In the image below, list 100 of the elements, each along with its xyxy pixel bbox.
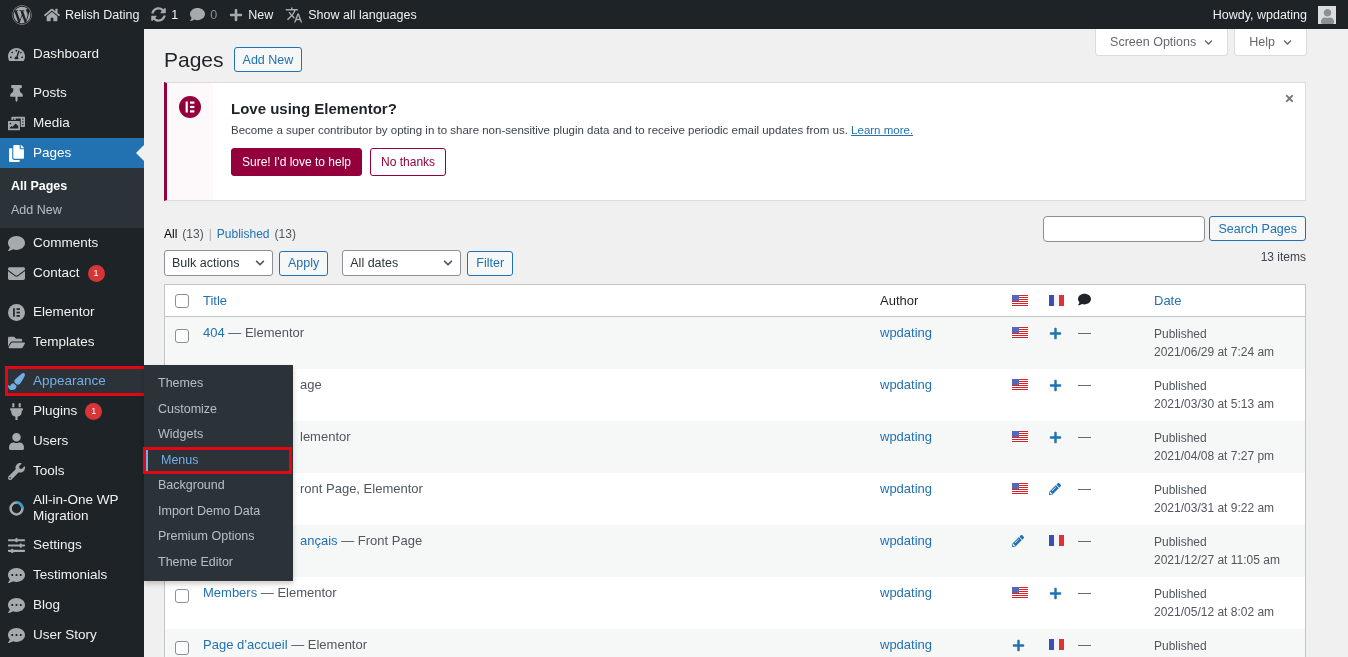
chevron-icon xyxy=(443,258,454,268)
decline-button[interactable]: No thanks xyxy=(370,148,447,176)
flyout-item[interactable]: Themes xyxy=(144,371,293,397)
languages-link[interactable]: Show all languages xyxy=(308,7,417,22)
sidebar-item[interactable]: Appearance xyxy=(5,366,147,396)
sidebar-item[interactable]: Blog xyxy=(0,590,144,620)
row-checkbox[interactable] xyxy=(175,329,189,343)
submenu-item[interactable]: All Pages xyxy=(0,174,144,198)
comment-count: — xyxy=(1078,585,1091,600)
screen-tab[interactable]: Screen Options xyxy=(1095,29,1229,56)
author-link[interactable]: wpdating xyxy=(880,325,933,340)
opt-in-button[interactable]: Sure! I'd love to help xyxy=(231,148,363,176)
bulk-actions-select[interactable]: Bulk actions xyxy=(164,250,273,276)
author-link[interactable]: wpdating xyxy=(880,585,933,600)
sidebar-item[interactable]: Users xyxy=(0,426,144,456)
sidebar-item[interactable]: Posts xyxy=(0,78,144,108)
date-text: 2021/03/31 at 9:22 am xyxy=(1154,500,1276,517)
sidebar-item[interactable]: Media xyxy=(0,108,144,138)
sidebar-item[interactable]: Contact 1 xyxy=(0,258,144,288)
column-header[interactable]: Title xyxy=(203,293,880,308)
page-title-link[interactable]: Page d’accueil — Elementor xyxy=(203,637,880,657)
add-new-button[interactable]: Add New xyxy=(233,47,303,72)
date-text: 2021/06/29 at 7:24 am xyxy=(1154,344,1276,361)
flyout-item[interactable]: Widgets xyxy=(144,422,293,448)
greeting-link[interactable]: Howdy, wpdating xyxy=(1212,7,1307,22)
author-link[interactable]: wpdating xyxy=(880,637,933,652)
sidebar-item[interactable]: Plugins 1 xyxy=(0,396,144,426)
view-count: (13) xyxy=(274,227,296,241)
envelope-icon xyxy=(8,264,25,282)
new-link[interactable]: New xyxy=(248,7,274,22)
sidebar-item[interactable]: Pages xyxy=(0,138,144,168)
pin-icon xyxy=(8,84,25,102)
flyout-item[interactable]: Background xyxy=(144,473,293,499)
sidebar-item[interactable]: All-in-One WP Migration xyxy=(0,486,144,530)
plus-icon[interactable] xyxy=(1012,639,1025,652)
user-icon xyxy=(8,432,25,450)
close-icon[interactable] xyxy=(1284,93,1295,104)
select-all-checkbox[interactable] xyxy=(175,293,189,308)
page-title-link[interactable]: Members — Elementor xyxy=(203,585,880,629)
pages-icon xyxy=(8,144,25,162)
sidebar-item[interactable]: Elementor xyxy=(0,297,144,327)
sidebar-item[interactable]: Templates xyxy=(0,327,144,357)
author-link[interactable]: wpdating xyxy=(880,481,933,496)
plus-icon[interactable] xyxy=(1049,431,1062,444)
view-link[interactable]: All xyxy=(164,227,178,241)
site-name-link[interactable]: Relish Dating xyxy=(65,7,140,22)
flyout-item[interactable]: Premium Options xyxy=(144,524,293,550)
plus-icon[interactable] xyxy=(1049,379,1062,392)
items-count: 13 items xyxy=(1260,249,1306,264)
pencil-icon[interactable] xyxy=(1012,535,1024,547)
elementor-logo-icon xyxy=(8,303,25,321)
sidebar-item[interactable]: Settings xyxy=(0,530,144,560)
comments-count[interactable]: 0 xyxy=(210,7,218,22)
column-header[interactable]: Date xyxy=(1154,293,1305,308)
search-field[interactable] xyxy=(1043,216,1206,242)
notice-title: Love using Elementor? xyxy=(231,100,398,117)
view-link[interactable]: Published xyxy=(216,227,270,241)
comment-count: — xyxy=(1078,533,1091,548)
status-text: Published xyxy=(1154,378,1208,395)
search-button[interactable]: Search Pages xyxy=(1209,216,1306,241)
wordpress-logo-icon[interactable] xyxy=(12,4,32,25)
sidebar-item[interactable]: Tools xyxy=(0,456,144,486)
page-title-link[interactable]: 404 — Elementor xyxy=(203,325,880,369)
sidebar-item[interactable]: Testimonials xyxy=(0,560,144,590)
ring-icon xyxy=(8,499,25,517)
caret-icon xyxy=(1283,37,1292,47)
screen-tab[interactable]: Help xyxy=(1234,29,1307,56)
dates-select[interactable]: All dates xyxy=(342,250,462,276)
row-checkbox[interactable] xyxy=(175,641,189,655)
author-link[interactable]: wpdating xyxy=(880,377,933,392)
flyout-item[interactable]: Import Demo Data xyxy=(144,498,293,524)
date-text: 2021/03/30 at 5:13 am xyxy=(1154,396,1276,413)
france-flag-icon xyxy=(1049,295,1064,306)
caret-icon xyxy=(1204,37,1214,47)
plus-icon xyxy=(229,7,244,22)
pencil-icon[interactable] xyxy=(1049,483,1061,495)
author-link[interactable]: wpdating xyxy=(880,533,933,548)
chevron-icon xyxy=(255,258,265,268)
comment-count: — xyxy=(1078,325,1091,340)
learn-more-link[interactable]: Learn more. xyxy=(851,124,914,136)
updates-count[interactable]: 1 xyxy=(171,7,179,22)
plus-icon[interactable] xyxy=(1049,327,1062,340)
speech-bubble-icon xyxy=(8,596,25,614)
filter-button[interactable]: Filter xyxy=(467,250,514,276)
sidebar-item[interactable]: Comments xyxy=(0,228,144,258)
flyout-item[interactable]: Customize xyxy=(144,396,293,422)
status-text: Published xyxy=(1154,430,1208,447)
comment-icon xyxy=(1078,292,1091,306)
sidebar-item[interactable]: Dashboard xyxy=(0,39,144,69)
flyout-item[interactable]: Menus xyxy=(144,447,291,473)
author-link[interactable]: wpdating xyxy=(880,429,933,444)
apply-button[interactable]: Apply xyxy=(279,250,329,276)
flyout-item[interactable]: Theme Editor xyxy=(144,549,293,575)
row-checkbox[interactable] xyxy=(175,589,189,603)
speech-bubble-icon xyxy=(8,566,25,584)
view-count: (13) xyxy=(182,227,204,241)
submenu-item[interactable]: Add New xyxy=(0,198,144,222)
wrench-icon xyxy=(8,462,25,480)
sidebar-item[interactable]: User Story xyxy=(0,620,144,650)
plus-icon[interactable] xyxy=(1049,587,1062,600)
